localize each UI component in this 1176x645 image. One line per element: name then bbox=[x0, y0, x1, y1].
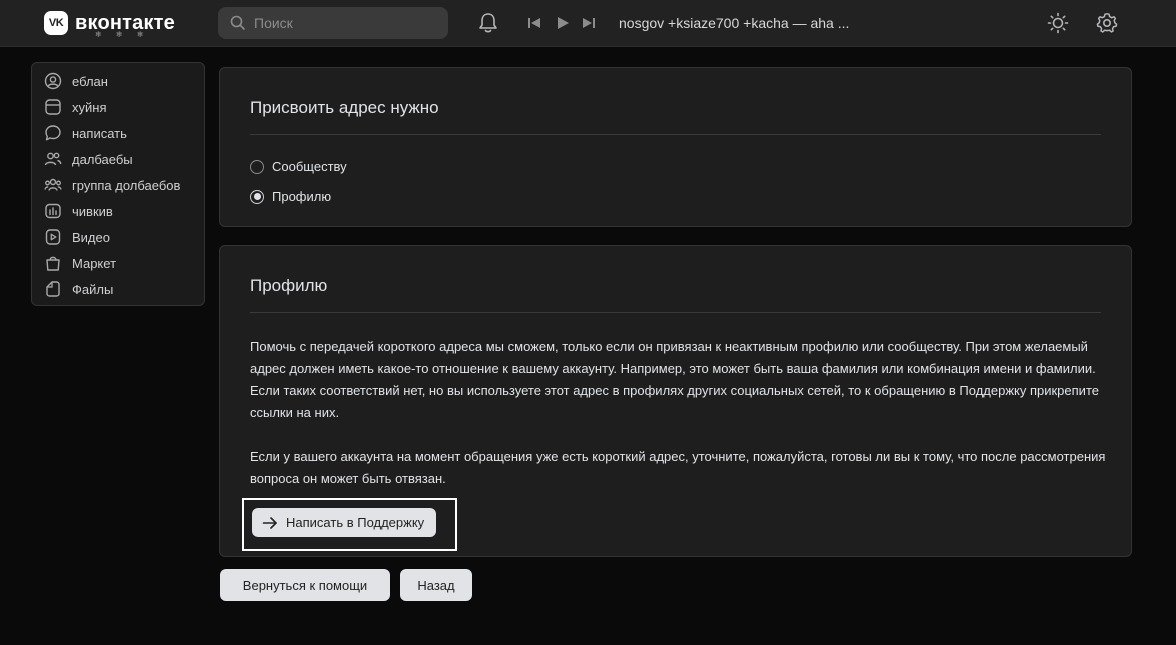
sidebar-item-communities[interactable]: группа долбаебов bbox=[32, 172, 204, 198]
sidebar-item-label: чивкив bbox=[72, 203, 113, 219]
settings-gear-icon[interactable] bbox=[1095, 11, 1119, 35]
sidebar-item-label: хуйня bbox=[72, 99, 107, 115]
top-header: VK вконтакте ❄ ❄ ❄ nosgov +ksiaze700 +ka… bbox=[0, 0, 1176, 47]
left-sidebar-menu: еблан хуйня написать далбаебы группа дол… bbox=[31, 62, 205, 306]
theme-sun-icon[interactable] bbox=[1046, 11, 1070, 35]
sidebar-item-profile[interactable]: еблан bbox=[32, 68, 204, 94]
radio-option-profile[interactable]: Профилю bbox=[250, 189, 331, 204]
profile-info-card: Профилю Помочь с передачей короткого адр… bbox=[219, 245, 1132, 557]
sidebar-item-market[interactable]: Маркет bbox=[32, 250, 204, 276]
divider bbox=[250, 312, 1101, 313]
radio-button-unchecked[interactable] bbox=[250, 159, 264, 174]
sidebar-item-video[interactable]: Видео bbox=[32, 224, 204, 250]
bag-icon bbox=[43, 253, 63, 273]
video-icon bbox=[43, 227, 63, 247]
radio-button-checked[interactable] bbox=[250, 189, 264, 204]
address-target-title: Присвоить адрес нужно bbox=[250, 98, 439, 117]
search-input[interactable] bbox=[254, 15, 434, 31]
now-playing-track[interactable]: nosgov +ksiaze700 +kacha — aha ... bbox=[619, 15, 849, 31]
back-to-help-button[interactable]: Вернуться к помощи bbox=[220, 569, 390, 601]
friends-icon bbox=[43, 149, 63, 169]
arrow-right-icon bbox=[262, 516, 278, 530]
community-icon bbox=[43, 175, 63, 195]
sidebar-item-news[interactable]: хуйня bbox=[32, 94, 204, 120]
radio-label: Профилю bbox=[272, 189, 332, 204]
sidebar-item-label: еблан bbox=[72, 73, 108, 89]
info-paragraph: Помочь с передачей короткого адреса мы с… bbox=[250, 339, 1099, 420]
news-icon bbox=[43, 97, 63, 117]
sidebar-item-label: написать bbox=[72, 125, 127, 141]
profile-section-title: Профилю bbox=[250, 276, 328, 295]
sidebar-item-stats[interactable]: чивкив bbox=[32, 198, 204, 224]
sidebar-item-label: далбаебы bbox=[72, 151, 133, 167]
write-to-support-button[interactable]: Написать в Поддержку bbox=[252, 508, 437, 537]
notifications-bell-icon[interactable] bbox=[476, 11, 500, 35]
sidebar-item-messages[interactable]: написать bbox=[32, 120, 204, 146]
file-icon bbox=[43, 279, 63, 299]
radio-option-community[interactable]: Сообществу bbox=[250, 159, 347, 174]
snowflake-decoration: ❄ ❄ ❄ bbox=[95, 30, 150, 39]
divider bbox=[250, 134, 1101, 135]
stats-icon bbox=[43, 201, 63, 221]
support-button-highlight: Написать в Поддержку bbox=[242, 498, 457, 551]
previous-track-icon[interactable] bbox=[526, 15, 542, 31]
support-button-label: Написать в Поддержку bbox=[286, 515, 425, 530]
sidebar-item-label: Маркет bbox=[72, 255, 117, 271]
vk-logo-icon: VK bbox=[44, 11, 68, 35]
search-box[interactable] bbox=[218, 7, 448, 39]
back-button[interactable]: Назад bbox=[400, 569, 472, 601]
radio-label: Сообществу bbox=[272, 159, 347, 174]
search-icon bbox=[230, 15, 245, 30]
info-paragraph: Если у вашего аккаунта на момент обращен… bbox=[250, 449, 1106, 486]
user-circle-icon bbox=[43, 71, 63, 91]
address-target-card: Присвоить адрес нужно Сообществу Профилю bbox=[219, 67, 1132, 227]
sidebar-item-friends[interactable]: далбаебы bbox=[32, 146, 204, 172]
sidebar-item-label: Видео bbox=[72, 229, 110, 245]
sidebar-item-label: Файлы bbox=[72, 281, 114, 297]
sidebar-item-label: группа долбаебов bbox=[72, 177, 181, 193]
message-icon bbox=[43, 123, 63, 143]
next-track-icon[interactable] bbox=[581, 15, 597, 31]
sidebar-item-files[interactable]: Файлы bbox=[32, 276, 204, 302]
play-icon[interactable] bbox=[555, 15, 571, 31]
